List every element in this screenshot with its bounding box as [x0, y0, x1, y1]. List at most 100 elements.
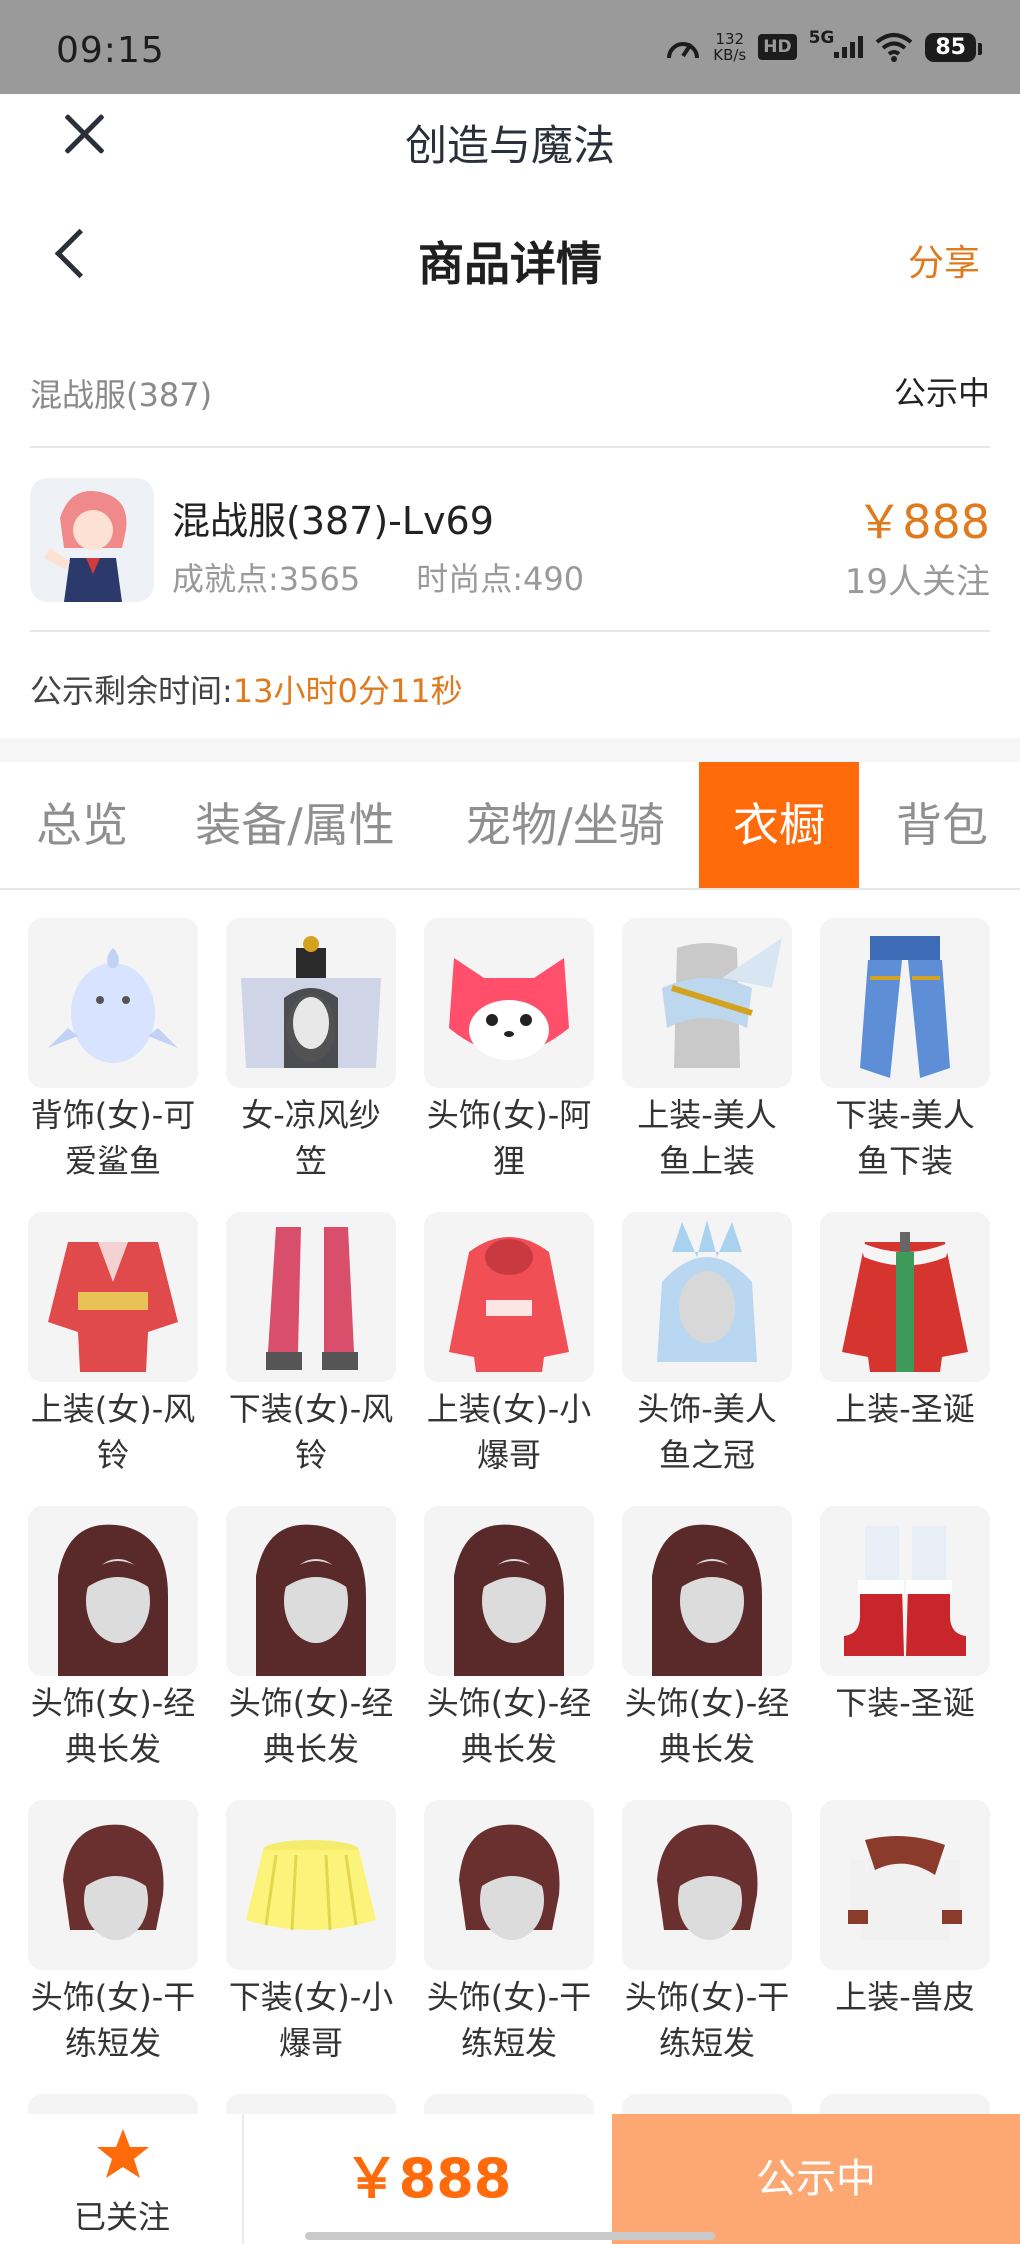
- tab-backpack[interactable]: 背包: [880, 762, 1004, 888]
- achievement-points: 成就点:3565: [172, 560, 361, 598]
- wardrobe-item-label: 头饰(女)-干练短发: [624, 1978, 790, 2062]
- shark-backpack-icon: [28, 918, 198, 1088]
- wardrobe-item-label: 下装-美人鱼下装: [835, 1096, 975, 1180]
- wardrobe-item[interactable]: 头饰(女)-经典长发: [28, 1506, 198, 1772]
- short-hair-icon: [622, 1800, 792, 1970]
- network-type: 5G: [808, 28, 835, 48]
- long-hair-icon: [424, 1506, 594, 1676]
- tab-overview[interactable]: 总览: [20, 762, 144, 888]
- fashion-points: 时尚点:490: [416, 560, 585, 598]
- wardrobe-item[interactable]: 上装-圣诞: [820, 1212, 990, 1432]
- wardrobe-item[interactable]: 上装(女)-小爆哥: [424, 1212, 594, 1478]
- wardrobe-item-label: 头饰(女)-阿狸: [426, 1096, 592, 1180]
- signal-bars-icon: [834, 36, 864, 58]
- short-hair-icon: [28, 1800, 198, 1970]
- countdown-label: 公示剩余时间:: [30, 672, 233, 710]
- follow-button[interactable]: 已关注: [0, 2114, 244, 2244]
- long-hair-icon: [28, 1506, 198, 1676]
- item-price: ￥888: [856, 495, 990, 549]
- long-hair-icon: [622, 1506, 792, 1676]
- wardrobe-item-label: 下装-圣诞: [835, 1684, 975, 1722]
- network-speed-unit: KB/s: [713, 46, 747, 64]
- wardrobe-item[interactable]: 上装-美人鱼上装: [622, 918, 792, 1184]
- hd-badge: HD: [758, 34, 797, 60]
- home-indicator: [305, 2232, 715, 2240]
- countdown: 公示剩余时间:13小时0分11秒: [30, 666, 463, 712]
- network-speed: 132 KB/s: [713, 31, 746, 63]
- wardrobe-item-label: 上装-美人鱼上装: [637, 1096, 777, 1180]
- status-bar: 09:15 132 KB/s HD 5G 85: [0, 0, 1020, 94]
- wardrobe-item[interactable]: 上装(女)-风铃: [28, 1212, 198, 1478]
- wardrobe-item-label: 上装-圣诞: [835, 1390, 975, 1428]
- wardrobe-item[interactable]: 下装(女)-风铃: [226, 1212, 396, 1478]
- status-button[interactable]: 公示中: [612, 2114, 1020, 2244]
- wardrobe-item-label: 上装-兽皮: [835, 1978, 975, 2016]
- tab-wardrobe[interactable]: 衣橱: [699, 762, 859, 888]
- wardrobe-item[interactable]: 头饰(女)-经典长发: [424, 1506, 594, 1772]
- short-hair-icon: [424, 1800, 594, 1970]
- wardrobe-item[interactable]: 头饰(女)-干练短发: [28, 1800, 198, 2066]
- wardrobe-item-label: 女-凉风纱笠: [241, 1096, 381, 1180]
- bottom-action-bar: 已关注 ￥888 公示中: [0, 2114, 1020, 2244]
- wardrobe-item[interactable]: 头饰(女)-干练短发: [424, 1800, 594, 2066]
- item-title: 混战服(387)-Lv69: [172, 499, 494, 543]
- tab-bar: 总览 装备/属性 宠物/坐骑 衣橱 背包: [0, 762, 1020, 890]
- fur-top-icon: [820, 1800, 990, 1970]
- wardrobe-item-label: 上装(女)-小爆哥: [426, 1390, 592, 1474]
- character-avatar-icon: [30, 478, 154, 602]
- wardrobe-item-label: 上装(女)-风铃: [30, 1390, 196, 1474]
- app-title: 创造与魔法: [404, 121, 615, 170]
- server-row: 混战服(387) 公示中: [30, 358, 990, 448]
- bottom-price: ￥888: [344, 2147, 512, 2210]
- mermaid-bottom-icon: [820, 918, 990, 1088]
- wardrobe-item[interactable]: 头饰-美人鱼之冠: [622, 1212, 792, 1478]
- page-title: 商品详情: [418, 237, 602, 291]
- signal-indicator: 5G: [809, 28, 864, 58]
- share-button[interactable]: 分享: [908, 234, 980, 286]
- countdown-value: 13小时0分11秒: [232, 672, 463, 710]
- wardrobe-item[interactable]: 下装-圣诞: [820, 1506, 990, 1726]
- wardrobe-item[interactable]: 下装-美人鱼下装: [820, 918, 990, 1184]
- hoodie-icon: [424, 1212, 594, 1382]
- item-summary: 混战服(387)-Lv69 成就点:3565 时尚点:490 ￥888 19人关注: [30, 450, 990, 632]
- follower-count: 19人关注: [844, 562, 990, 602]
- status-time: 09:15: [56, 30, 165, 71]
- christmas-boots-icon: [820, 1506, 990, 1676]
- item-stats: 成就点:3565 时尚点:490: [172, 554, 584, 600]
- wardrobe-item[interactable]: 上装-兽皮: [820, 1800, 990, 2020]
- wardrobe-item[interactable]: 背饰(女)-可爱鲨鱼: [28, 918, 198, 1184]
- yellow-skirt-icon: [226, 1800, 396, 1970]
- wardrobe-item-label: 头饰(女)-经典长发: [426, 1684, 592, 1768]
- follow-label: 已关注: [73, 2198, 170, 2236]
- veil-hat-icon: [226, 918, 396, 1088]
- long-hair-icon: [226, 1506, 396, 1676]
- character-avatar: [30, 478, 154, 602]
- crown-hair-icon: [622, 1212, 792, 1382]
- wardrobe-item[interactable]: 头饰(女)-经典长发: [226, 1506, 396, 1772]
- christmas-coat-icon: [820, 1212, 990, 1382]
- wifi-icon: [876, 33, 913, 62]
- wardrobe-item-label: 头饰(女)-经典长发: [30, 1684, 196, 1768]
- fox-head-icon: [424, 918, 594, 1088]
- star-icon: [97, 2129, 149, 2178]
- kimono-top-icon: [28, 1212, 198, 1382]
- wardrobe-item[interactable]: 女-凉风纱笠: [226, 918, 396, 1184]
- section-divider: [0, 738, 1020, 762]
- server-status: 公示中: [893, 374, 990, 412]
- tab-equipment[interactable]: 装备/属性: [180, 762, 410, 888]
- wardrobe-item-label: 头饰(女)-经典长发: [228, 1684, 394, 1768]
- wardrobe-item-label: 背饰(女)-可爱鲨鱼: [30, 1096, 196, 1180]
- wardrobe-item-label: 头饰(女)-经典长发: [624, 1684, 790, 1768]
- wardrobe-item-label: 下装(女)-小爆哥: [228, 1978, 394, 2062]
- status-indicators: 132 KB/s HD 5G 85: [665, 24, 982, 70]
- wardrobe-item[interactable]: 头饰(女)-经典长发: [622, 1506, 792, 1772]
- tab-pets[interactable]: 宠物/坐骑: [450, 762, 680, 888]
- wardrobe-item-label: 头饰-美人鱼之冠: [637, 1390, 777, 1474]
- mermaid-top-icon: [622, 918, 792, 1088]
- wardrobe-item[interactable]: 头饰(女)-阿狸: [424, 918, 594, 1184]
- battery-indicator: 85: [925, 32, 982, 62]
- wardrobe-item-label: 下装(女)-风铃: [228, 1390, 394, 1474]
- wardrobe-item[interactable]: 头饰(女)-干练短发: [622, 1800, 792, 2066]
- wardrobe-item-label: 头饰(女)-干练短发: [30, 1978, 196, 2062]
- wardrobe-item[interactable]: 下装(女)-小爆哥: [226, 1800, 396, 2066]
